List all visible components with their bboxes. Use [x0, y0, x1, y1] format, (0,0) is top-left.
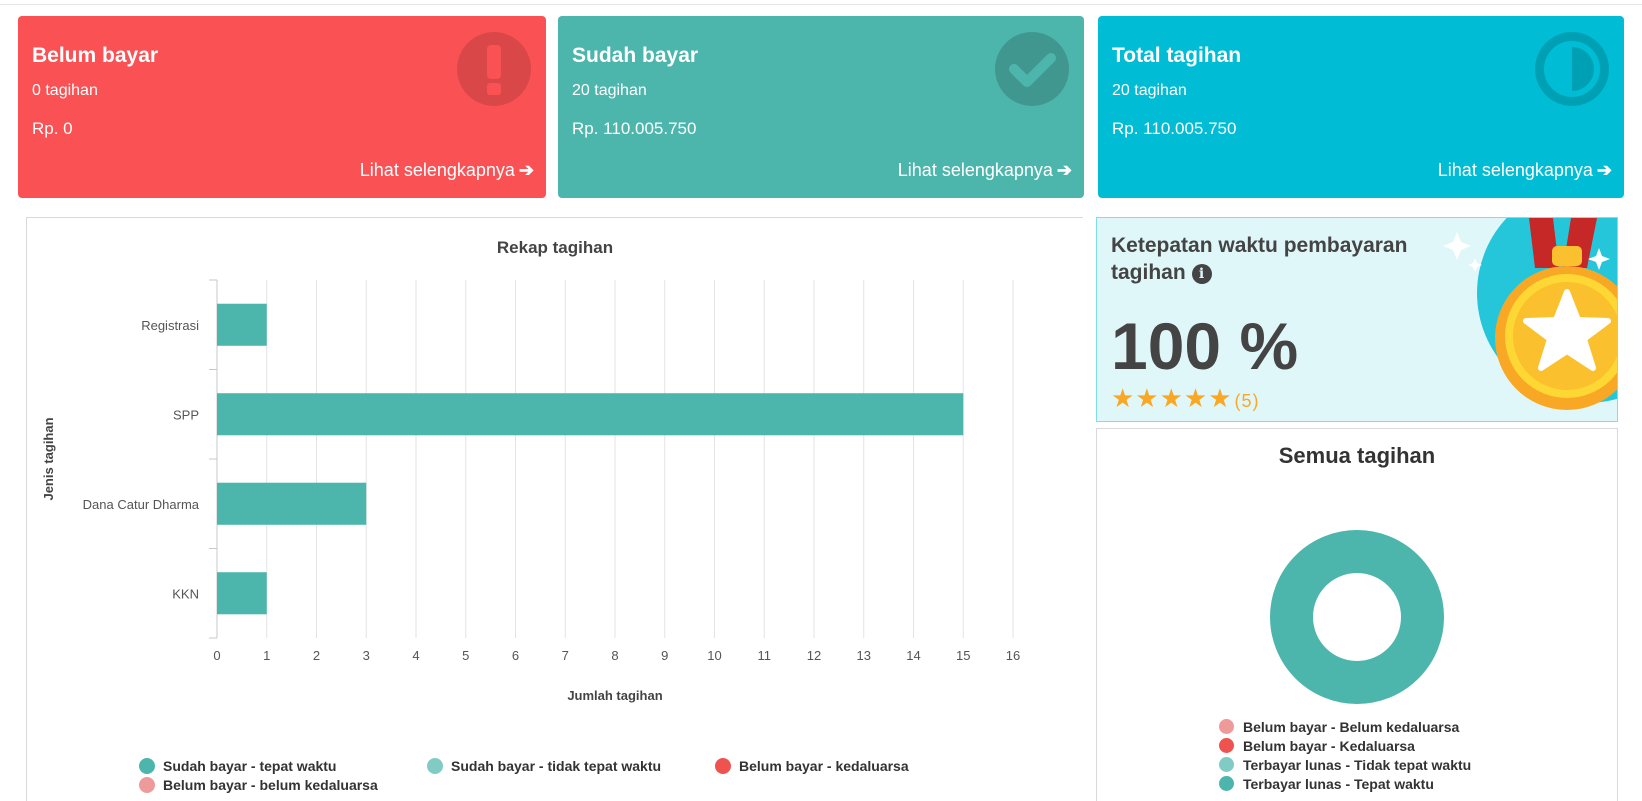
lihat-selengkapnya-link[interactable]: Lihat selengkapnya ➔ — [360, 160, 534, 181]
semua-tagihan-panel: Semua tagihan Belum bayar - Belum kedalu… — [1096, 428, 1618, 801]
card-title: Sudah bayar — [572, 44, 699, 67]
card-title: Belum bayar — [32, 44, 159, 67]
ketepatan-waktu-panel: Ketepatan waktu pembayaran tagihan i 100… — [1096, 217, 1618, 422]
card-amount: Rp. 0 — [32, 119, 73, 138]
legend-item[interactable]: Belum bayar - kedaluarsa — [715, 758, 909, 774]
legend-item[interactable]: Belum bayar - belum kedaluarsa — [139, 777, 378, 793]
ketepatan-title-text: Ketepatan waktu pembayaran tagihan — [1111, 234, 1408, 284]
top-divider — [0, 4, 1642, 5]
x-tick-label: 4 — [412, 648, 419, 663]
legend-swatch — [715, 758, 731, 774]
card-count: 20 tagihan — [572, 82, 647, 99]
legend-item[interactable]: Terbayar lunas - Tepat waktu — [1219, 776, 1471, 795]
legend-label: Sudah bayar - tidak tepat waktu — [451, 758, 662, 774]
arrow-right-icon: ➔ — [1596, 160, 1612, 180]
info-icon[interactable]: i — [1191, 264, 1212, 284]
arrow-right-icon: ➔ — [1056, 160, 1072, 180]
x-tick-label: 7 — [562, 648, 569, 663]
link-label: Lihat selengkapnya — [897, 160, 1053, 180]
link-label: Lihat selengkapnya — [359, 160, 515, 180]
x-tick-label: 13 — [857, 648, 871, 663]
legend-item[interactable]: Sudah bayar - tepat waktu — [139, 758, 336, 774]
legend-label: Belum bayar - belum kedaluarsa — [163, 777, 378, 793]
chart-title: Semua tagihan — [1278, 443, 1436, 468]
card-sudah-bayar: Sudah bayar 20 tagihan Rp. 110.005.750 L… — [558, 16, 1084, 198]
card-total-tagihan: Total tagihan 20 tagihan Rp. 110.005.750… — [1098, 16, 1624, 198]
legend-label: Belum bayar - kedaluarsa — [739, 758, 909, 774]
x-tick-label: 5 — [462, 648, 469, 663]
legend-swatch — [1219, 738, 1234, 753]
x-tick-label: 0 — [213, 648, 220, 663]
legend-item[interactable]: Belum bayar - Kedaluarsa — [1219, 738, 1471, 757]
rekap-tagihan-chart: 0 1 2 3 4 5 6 7 8 9 10 11 12 13 14 15 16RegistrasiSPPDan… — [41, 279, 1020, 703]
donut-legend: Belum bayar - Belum kedaluarsa Belum bay… — [1219, 719, 1471, 795]
x-tick-label: 11 — [758, 648, 772, 663]
chart-title: Rekap tagihan — [496, 238, 614, 257]
card-title: Total tagihan — [1112, 44, 1242, 67]
donut-slice[interactable] — [1270, 530, 1444, 704]
rekap-tagihan-panel: 0 1 2 3 4 5 6 7 8 9 10 11 12 13 14 15 16 Registrasi SPP Dan… — [26, 217, 1083, 801]
x-tick-label: 1 — [263, 648, 270, 663]
x-tick-label: 14 — [906, 648, 920, 663]
x-tick-label: 6 — [512, 648, 519, 663]
x-tick-label: 16 — [1006, 648, 1020, 663]
link-label: Lihat selengkapnya — [1437, 160, 1593, 180]
legend-item[interactable]: Sudah bayar - tidak tepat waktu — [427, 758, 661, 774]
y-category-label: KKN — [172, 586, 199, 601]
x-tick-label: 9 — [661, 648, 668, 663]
lihat-selengkapnya-link[interactable]: Lihat selengkapnya ➔ — [898, 160, 1072, 181]
exclamation-icon — [457, 32, 531, 106]
card-count: 0 tagihan — [32, 82, 98, 99]
bar — [217, 303, 267, 346]
x-tick-label: 12 — [807, 648, 821, 663]
x-axis-title: Jumlah tagihan — [567, 688, 662, 703]
arrow-right-icon: ➔ — [518, 160, 534, 180]
x-tick-label: 8 — [611, 648, 618, 663]
legend-label: Terbayar lunas - Tidak tepat waktu — [1243, 757, 1472, 773]
card-count: 20 tagihan — [1112, 82, 1187, 99]
card-belum-bayar: Belum bayar 0 tagihan Rp. 0 Lihat seleng… — [18, 16, 546, 198]
legend-swatch — [139, 758, 155, 774]
legend-label: Sudah bayar - tepat waktu — [163, 758, 337, 774]
legend-label: Belum bayar - Kedaluarsa — [1243, 738, 1415, 754]
bar — [217, 572, 267, 615]
legend-item[interactable]: Terbayar lunas - Tidak tepat waktu — [1219, 757, 1471, 776]
star-icons: ★★★★★ — [1111, 383, 1233, 413]
card-amount: Rp. 110.005.750 — [1112, 119, 1237, 138]
ketepatan-title: Ketepatan waktu pembayaran tagihan i — [1111, 232, 1451, 286]
bar — [217, 482, 367, 525]
rating-stars: ★★★★★ (5) — [1111, 383, 1260, 414]
y-axis-title: Jenis tagihan — [41, 417, 56, 500]
legend-swatch — [139, 777, 155, 793]
x-tick-label: 15 — [956, 648, 970, 663]
x-tick-label: 3 — [363, 648, 370, 663]
card-amount: Rp. 110.005.750 — [572, 119, 697, 138]
legend-item[interactable]: Belum bayar - Belum kedaluarsa — [1219, 719, 1471, 738]
legend-swatch — [1219, 757, 1234, 772]
rating-count: (5) — [1234, 391, 1260, 411]
check-circle-icon — [995, 32, 1069, 106]
y-category-label: Dana Catur Dharma — [83, 497, 200, 512]
lihat-selengkapnya-link[interactable]: Lihat selengkapnya ➔ — [1438, 160, 1612, 181]
x-tick-label: 2 — [313, 648, 320, 663]
ketepatan-percent: 100 % — [1111, 309, 1299, 383]
y-category-label: SPP — [173, 407, 199, 422]
half-circle-icon — [1535, 32, 1609, 106]
bar — [217, 393, 964, 436]
legend-label: Belum bayar - Belum kedaluarsa — [1243, 719, 1460, 735]
legend-label: Terbayar lunas - Tepat waktu — [1243, 776, 1434, 792]
x-tick-label: 10 — [707, 648, 721, 663]
y-category-label: Registrasi — [141, 318, 199, 333]
legend-swatch — [427, 758, 443, 774]
legend-swatch — [1219, 719, 1234, 734]
legend-swatch — [1219, 776, 1234, 791]
